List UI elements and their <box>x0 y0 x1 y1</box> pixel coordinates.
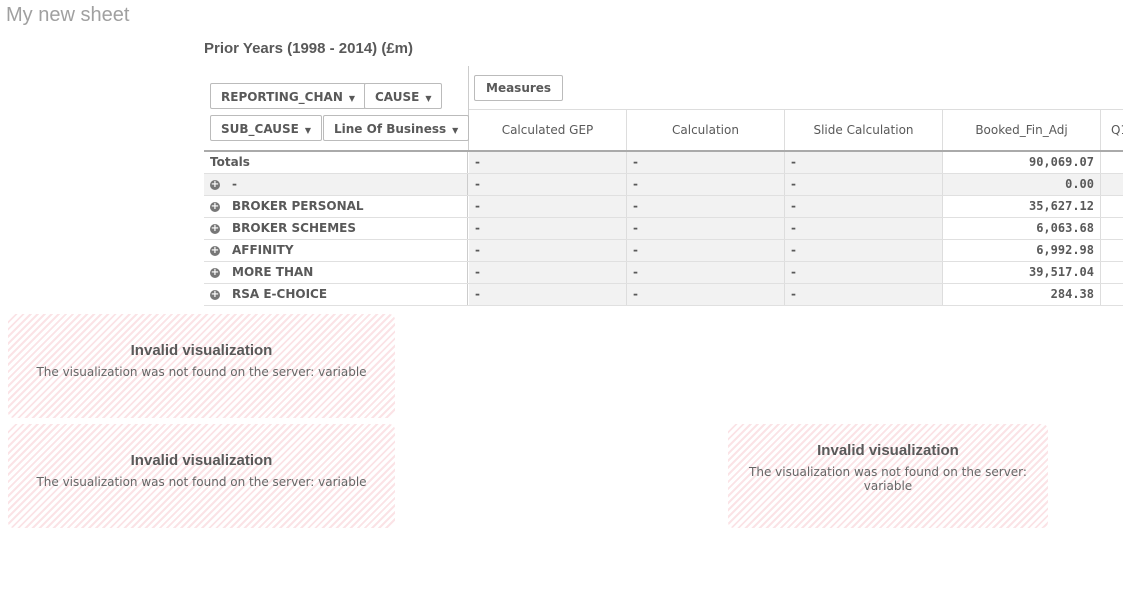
table-row: + BROKER PERSONAL - - -35,627.12 <box>204 196 1123 218</box>
dimension-chip-sub-cause[interactable]: SUB_CAUSE ▼ <box>210 115 322 141</box>
expand-plus-icon[interactable]: + <box>210 179 220 190</box>
table-row: + RSA E-CHOICE - - -284.38 <box>204 284 1123 306</box>
data-cell: - <box>469 284 627 305</box>
dimension-area: REPORTING_CHAN ▼ CAUSE ▼ SUB_CAUSE ▼ Line O… <box>204 66 470 150</box>
data-cell: - <box>627 262 785 283</box>
data-cell: - <box>627 218 785 239</box>
data-cell: - <box>785 174 943 195</box>
data-cell: 35,627.12 <box>943 196 1101 217</box>
data-cell: 0.00 <box>943 174 1101 195</box>
data-cell: - <box>469 174 627 195</box>
expand-plus-icon[interactable]: + <box>210 267 220 278</box>
dimension-chip-line-of-business[interactable]: Line Of Business ▼ <box>323 115 470 141</box>
data-cell: 39,517.04 <box>943 262 1101 283</box>
invalid-visualization: Invalid visualization The visualization w… <box>728 424 1048 528</box>
data-cell: - <box>469 240 627 261</box>
dimension-chip-cause[interactable]: CAUSE ▼ <box>364 83 443 109</box>
expand-plus-icon[interactable]: + <box>210 245 220 256</box>
column-header[interactable]: Calculated GEP <box>469 109 627 150</box>
table-row: + - - - -0.00 <box>204 174 1123 196</box>
data-cell: 90,069.07 <box>943 152 1101 173</box>
row-dimension-cell[interactable]: + BROKER SCHEMES <box>204 218 468 239</box>
row-dimension-cell[interactable]: + MORE THAN <box>204 262 468 283</box>
expand-plus-icon[interactable]: + <box>210 201 220 212</box>
expand-plus-icon[interactable]: + <box>210 289 220 300</box>
caret-down-icon: ▼ <box>452 126 459 135</box>
column-header[interactable]: Q1 <box>1101 109 1123 150</box>
data-cell: - <box>627 284 785 305</box>
invalid-visualization: Invalid visualization The visualization w… <box>8 424 395 528</box>
row-dimension-cell[interactable]: + AFFINITY <box>204 240 468 261</box>
data-cell: - <box>785 152 943 173</box>
data-cell: - <box>627 240 785 261</box>
dimension-chip-reporting-chan[interactable]: REPORTING_CHAN ▼ <box>210 83 367 109</box>
data-cell: 6,063.68 <box>943 218 1101 239</box>
row-dimension-cell[interactable]: + RSA E-CHOICE <box>204 284 468 305</box>
pivot-table: REPORTING_CHAN ▼ CAUSE ▼ SUB_CAUSE ▼ Line O… <box>204 66 1123 309</box>
table-row: + MORE THAN - - -39,517.04 <box>204 262 1123 284</box>
data-cell: - <box>627 174 785 195</box>
column-header[interactable]: Calculation <box>627 109 785 150</box>
data-cell: - <box>785 196 943 217</box>
caret-down-icon: ▼ <box>348 94 356 103</box>
data-cell: - <box>469 262 627 283</box>
data-cell: - <box>785 284 943 305</box>
row-dimension-cell: Totals <box>204 152 468 173</box>
row-dimension-cell[interactable]: + - <box>204 174 468 195</box>
column-header[interactable]: Slide Calculation <box>785 109 943 150</box>
expand-plus-icon[interactable]: + <box>210 223 220 234</box>
data-cell: - <box>785 240 943 261</box>
sheet-title: My new sheet <box>6 4 130 26</box>
table-title: Prior Years (1998 - 2014) (£m) <box>204 40 414 57</box>
data-cell: - <box>469 218 627 239</box>
caret-down-icon: ▼ <box>425 94 432 103</box>
data-cell: - <box>627 152 785 173</box>
data-cell: - <box>469 152 627 173</box>
data-cell: - <box>785 218 943 239</box>
column-header[interactable]: Booked_Fin_Adj <box>943 109 1101 150</box>
table-row: + AFFINITY - - -6,992.98 <box>204 240 1123 262</box>
data-cell: 6,992.98 <box>943 240 1101 261</box>
table-row: Totals - - -90,069.07 <box>204 152 1123 174</box>
data-cell: 284.38 <box>943 284 1101 305</box>
row-dimension-cell[interactable]: + BROKER PERSONAL <box>204 196 468 217</box>
data-cell: - <box>469 196 627 217</box>
data-cell: - <box>785 262 943 283</box>
caret-down-icon: ▼ <box>304 126 311 135</box>
measures-button[interactable]: Measures <box>474 75 564 101</box>
invalid-visualization: Invalid visualization The visualization w… <box>8 314 395 418</box>
data-cell: - <box>627 196 785 217</box>
table-row: + BROKER SCHEMES - - -6,063.68 <box>204 218 1123 240</box>
